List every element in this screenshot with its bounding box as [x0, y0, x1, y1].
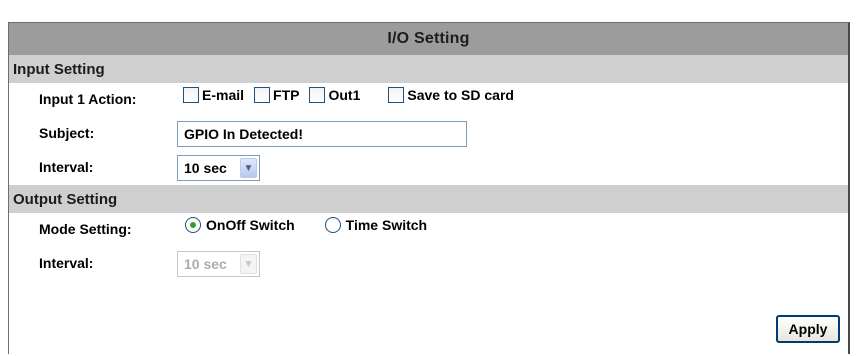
output-interval-label: Interval:	[39, 255, 94, 271]
subject-label: Subject:	[39, 125, 95, 141]
email-checkbox-label: E-mail	[202, 87, 245, 103]
io-setting-panel: I/O Setting Input Setting Input 1 Action…	[8, 22, 850, 354]
output-interval-control: 10 sec ▼	[177, 251, 260, 277]
mode-setting-options: OnOff Switch Time Switch	[185, 217, 457, 233]
mode-setting-row: Mode Setting: OnOff Switch Time Switch	[9, 213, 848, 247]
out1-checkbox-label: Out1	[328, 87, 361, 103]
input-action-options: E-mail FTP Out1 Save to SD card	[183, 87, 524, 103]
radio-selected-dot	[190, 222, 196, 228]
save-sd-checkbox-option[interactable]: Save to SD card	[388, 87, 514, 103]
chevron-down-icon: ▼	[240, 254, 257, 274]
onoff-switch-label: OnOff Switch	[206, 217, 295, 233]
onoff-switch-option[interactable]: OnOff Switch	[185, 217, 295, 233]
output-interval-value: 10 sec	[184, 256, 227, 272]
page-title: I/O Setting	[9, 23, 848, 55]
ftp-checkbox-label: FTP	[273, 87, 300, 103]
input-action-row: Input 1 Action: E-mail FTP Out1 Save to …	[9, 83, 848, 117]
subject-control	[177, 121, 467, 147]
output-setting-header: Output Setting	[9, 185, 848, 213]
subject-input[interactable]	[177, 121, 467, 147]
time-switch-radio[interactable]	[324, 217, 341, 233]
input-setting-header: Input Setting	[9, 55, 848, 83]
email-checkbox-option[interactable]: E-mail	[183, 87, 244, 103]
time-switch-option[interactable]: Time Switch	[324, 217, 428, 233]
out1-checkbox[interactable]	[309, 87, 326, 103]
input-interval-row: Interval: 10 sec ▼	[9, 151, 848, 185]
chevron-down-icon[interactable]: ▼	[240, 158, 257, 178]
input-interval-value: 10 sec	[184, 160, 227, 176]
apply-button[interactable]: Apply	[776, 315, 840, 343]
ftp-checkbox[interactable]	[254, 87, 271, 103]
save-sd-checkbox-label: Save to SD card	[407, 87, 514, 103]
subject-row: Subject:	[9, 117, 848, 151]
input-action-label: Input 1 Action:	[39, 91, 137, 107]
out1-checkbox-option[interactable]: Out1	[309, 87, 360, 103]
time-switch-label: Time Switch	[345, 217, 428, 233]
onoff-switch-radio[interactable]	[185, 217, 201, 233]
input-interval-label: Interval:	[39, 159, 94, 175]
email-checkbox[interactable]	[183, 87, 199, 103]
input-interval-select[interactable]: 10 sec ▼	[177, 155, 260, 181]
mode-setting-label: Mode Setting:	[39, 221, 132, 237]
output-interval-select: 10 sec ▼	[177, 251, 260, 277]
input-interval-control: 10 sec ▼	[177, 155, 260, 181]
save-sd-checkbox[interactable]	[388, 87, 405, 103]
output-interval-row: Interval: 10 sec ▼	[9, 247, 848, 281]
ftp-checkbox-option[interactable]: FTP	[254, 87, 299, 103]
